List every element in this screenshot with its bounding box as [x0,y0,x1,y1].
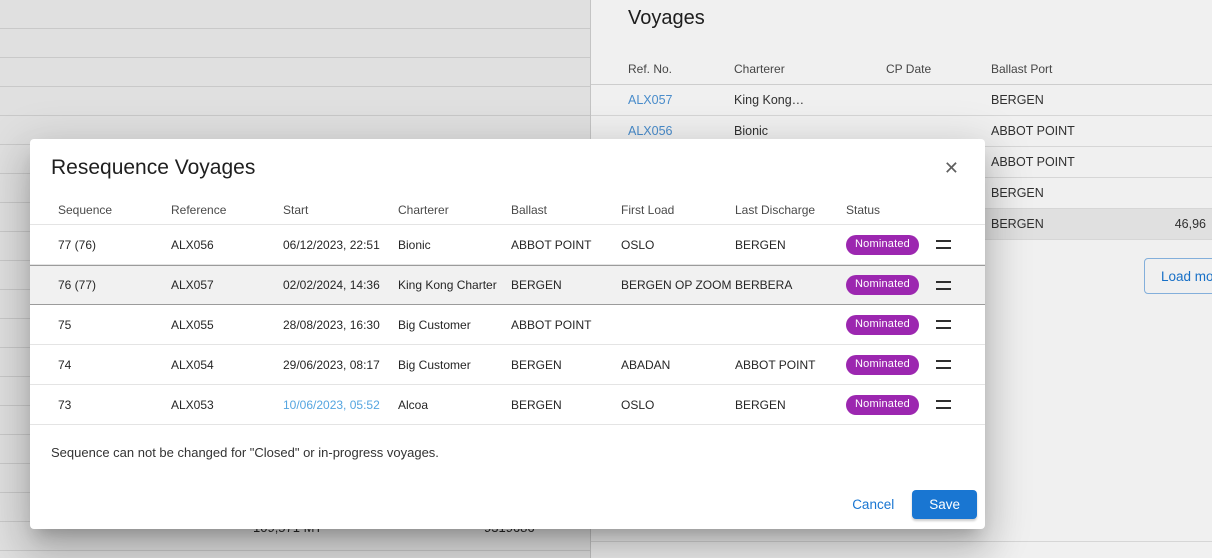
drag-handle-icon[interactable] [936,240,951,249]
resequence-row: 74 ALX054 29/06/2023, 08:17 Big Customer… [30,345,985,385]
save-button[interactable]: Save [912,490,977,519]
col-ballast: Ballast [511,203,621,217]
first-load-cell: OSLO [621,238,735,252]
sequence-note: Sequence can not be changed for "Closed"… [30,445,985,460]
last-discharge-cell: ABBOT POINT [735,358,846,372]
last-discharge-cell: BERGEN [735,238,846,252]
ballast-cell: ABBOT POINT [511,318,621,332]
charterer-cell: Big Customer [398,318,511,332]
ballast-cell: BERGEN [511,278,621,292]
drag-handle-icon[interactable] [936,400,951,409]
reference-cell: ALX053 [171,398,283,412]
charterer-cell: King Kong Charter [398,278,511,292]
charterer-cell: Big Customer [398,358,511,372]
resequence-row: 73 ALX053 10/06/2023, 05:52 Alcoa BERGEN… [30,385,985,425]
last-discharge-cell: BERGEN [735,398,846,412]
first-load-cell: OSLO [621,398,735,412]
status-badge: Nominated [846,395,919,415]
col-reference: Reference [171,203,283,217]
sequence-cell: 74 [58,358,171,372]
dialog-title: Resequence Voyages [51,156,255,180]
start-cell: 28/08/2023, 16:30 [283,318,398,332]
sequence-cell: 73 [58,398,171,412]
drag-handle-icon[interactable] [936,360,951,369]
start-cell: 06/12/2023, 22:51 [283,238,398,252]
start-cell: 02/02/2024, 14:36 [283,278,398,292]
col-charterer: Charterer [398,203,511,217]
charterer-cell: Bionic [398,238,511,252]
sequence-cell: 77 (76) [58,238,171,252]
status-badge: Nominated [846,355,919,375]
sequence-cell: 76 (77) [58,278,171,292]
ballast-cell: BERGEN [511,398,621,412]
drag-handle-icon[interactable] [936,281,951,290]
status-badge: Nominated [846,275,919,295]
ballast-cell: BERGEN [511,358,621,372]
ballast-cell: ABBOT POINT [511,238,621,252]
col-first-load: First Load [621,203,735,217]
col-sequence: Sequence [58,203,171,217]
resequence-voyages-dialog: Resequence Voyages ✕ Sequence Reference … [30,139,985,529]
col-status: Status [846,203,936,217]
reference-cell: ALX057 [171,278,283,292]
charterer-cell: Alcoa [398,398,511,412]
resequence-row: 77 (76) ALX056 06/12/2023, 22:51 Bionic … [30,225,985,265]
start-cell: 29/06/2023, 08:17 [283,358,398,372]
first-load-cell: BERGEN OP ZOOM [621,278,735,292]
resequence-table-header: Sequence Reference Start Charterer Balla… [30,195,985,225]
reference-cell: ALX055 [171,318,283,332]
status-badge: Nominated [846,235,919,255]
resequence-table: Sequence Reference Start Charterer Balla… [30,195,985,425]
reference-cell: ALX056 [171,238,283,252]
close-icon[interactable]: ✕ [939,156,964,180]
last-discharge-cell: BERBERA [735,278,846,292]
drag-handle-icon[interactable] [936,320,951,329]
start-date-link[interactable]: 10/06/2023, 05:52 [283,398,398,412]
first-load-cell: ABADAN [621,358,735,372]
resequence-row: 75 ALX055 28/08/2023, 16:30 Big Customer… [30,305,985,345]
status-badge: Nominated [846,315,919,335]
col-last-discharge: Last Discharge [735,203,846,217]
cancel-button[interactable]: Cancel [844,490,902,519]
sequence-cell: 75 [58,318,171,332]
reference-cell: ALX054 [171,358,283,372]
resequence-row-highlighted: 76 (77) ALX057 02/02/2024, 14:36 King Ko… [30,265,985,305]
col-start: Start [283,203,398,217]
